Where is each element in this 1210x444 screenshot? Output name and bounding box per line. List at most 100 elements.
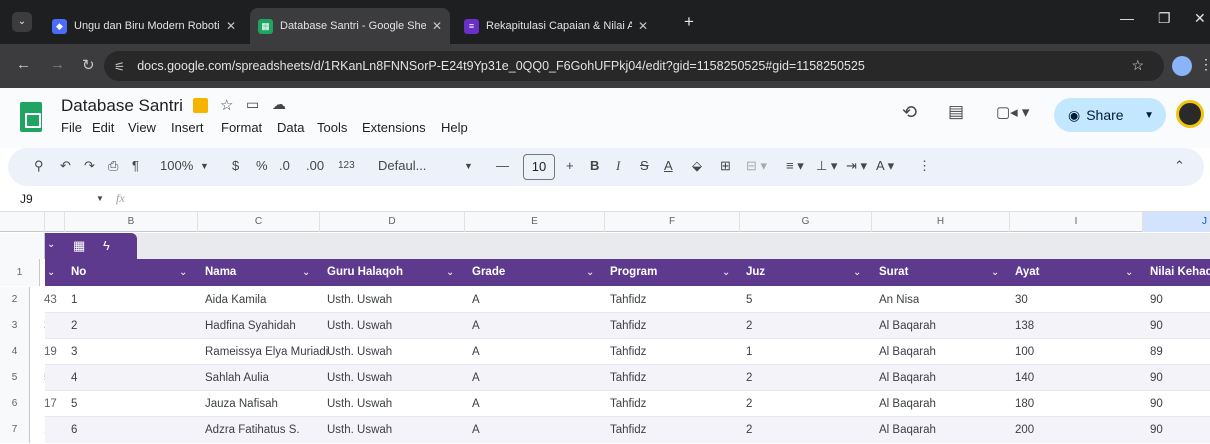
menu-data[interactable]: Data: [277, 120, 304, 135]
name-box-dropdown-icon[interactable]: ▼: [96, 194, 104, 203]
cell-program[interactable]: Tahfidz: [610, 287, 646, 313]
cell-guru[interactable]: Usth. Uswah: [327, 391, 392, 417]
restore-icon[interactable]: ❐: [1158, 10, 1171, 27]
bold-icon[interactable]: B: [590, 158, 599, 173]
paint-format-icon[interactable]: ¶: [132, 158, 139, 173]
cell-ayat[interactable]: 30: [1015, 287, 1028, 313]
cell-no[interactable]: 1: [71, 287, 77, 313]
column-header[interactable]: C: [198, 212, 320, 232]
name-box[interactable]: J9: [20, 192, 33, 206]
close-icon[interactable]: ✕: [226, 19, 236, 33]
cell-no[interactable]: 4: [71, 365, 77, 391]
row-header[interactable]: 7: [0, 417, 30, 443]
tab-search-icon[interactable]: ⌄: [12, 12, 32, 32]
cell-ayat[interactable]: 180: [1015, 391, 1034, 417]
column-header[interactable]: E: [465, 212, 605, 232]
font-size-input[interactable]: 10: [523, 154, 555, 180]
document-title[interactable]: Database Santri: [61, 96, 183, 116]
header-ayat[interactable]: Ayat: [1015, 259, 1040, 286]
column-header[interactable]: H: [872, 212, 1010, 232]
cell-grade[interactable]: A: [472, 287, 480, 313]
browser-menu-icon[interactable]: ⋮: [1199, 56, 1210, 73]
url-bar[interactable]: ⚟ docs.google.com/spreadsheets/d/1RKanLn…: [104, 51, 1164, 81]
vertical-align-icon[interactable]: ⊥ ▾: [816, 158, 837, 174]
cloud-status-icon[interactable]: ☁: [272, 96, 286, 113]
cell-ayat[interactable]: 140: [1015, 365, 1034, 391]
menu-tools[interactable]: Tools: [317, 120, 347, 135]
cell-nama[interactable]: Hadfina Syahidah: [205, 313, 325, 339]
cell-no[interactable]: 3: [71, 339, 77, 365]
table-actions-icon[interactable]: ϟ: [103, 238, 110, 253]
row-header[interactable]: 5: [0, 365, 30, 391]
cell-nilai[interactable]: 90: [1150, 313, 1163, 339]
cell-juz[interactable]: 2: [746, 391, 752, 417]
share-button[interactable]: ◉ Share ▼: [1054, 98, 1166, 132]
cell-guru[interactable]: Usth. Uswah: [327, 365, 392, 391]
search-icon[interactable]: ⚲: [34, 158, 44, 174]
currency-format-button[interactable]: $: [232, 158, 239, 173]
text-rotation-icon[interactable]: A ▾: [876, 158, 894, 174]
cell-program[interactable]: Tahfidz: [610, 339, 646, 365]
column-header[interactable]: D: [320, 212, 465, 232]
menu-format[interactable]: Format: [221, 120, 262, 135]
cell-program[interactable]: Tahfidz: [610, 313, 646, 339]
font-select[interactable]: Defaul...: [378, 158, 426, 173]
strikethrough-icon[interactable]: S: [640, 158, 649, 173]
redo-icon[interactable]: ↷: [84, 158, 95, 174]
collapse-toolbar-icon[interactable]: ⌃: [1174, 158, 1185, 174]
row-header[interactable]: 3: [0, 313, 30, 339]
cell-nilai[interactable]: 89: [1150, 339, 1163, 365]
table-view-icon[interactable]: ▦: [73, 238, 85, 254]
cell-juz[interactable]: 2: [746, 365, 752, 391]
more-options-icon[interactable]: ⋮: [918, 158, 931, 174]
cell-guru[interactable]: Usth. Uswah: [327, 287, 392, 313]
collapse-table-icon[interactable]: ⌄: [47, 239, 55, 250]
cell-program[interactable]: Tahfidz: [610, 365, 646, 391]
italic-icon[interactable]: I: [616, 158, 620, 174]
menu-insert[interactable]: Insert: [171, 120, 204, 135]
cell-nilai[interactable]: 90: [1150, 391, 1163, 417]
column-header[interactable]: I: [1010, 212, 1143, 232]
cell-juz[interactable]: 1: [746, 339, 752, 365]
print-icon[interactable]: ⎙: [108, 158, 118, 174]
cell-no[interactable]: 5: [71, 391, 77, 417]
borders-icon[interactable]: ⊞: [720, 158, 731, 174]
horizontal-align-icon[interactable]: ≡ ▾: [786, 158, 804, 174]
cell-program[interactable]: Tahfidz: [610, 417, 646, 443]
star-icon[interactable]: ☆: [220, 96, 233, 114]
cell-ayat[interactable]: 138: [1015, 313, 1034, 339]
profile-icon[interactable]: [1172, 56, 1192, 76]
filter-chevron-icon[interactable]: ⌄: [446, 259, 454, 286]
increase-decimal-button[interactable]: .00: [306, 158, 324, 173]
cell-guru[interactable]: Usth. Uswah: [327, 339, 392, 365]
column-header-selected[interactable]: J: [1143, 212, 1210, 232]
cell-nama[interactable]: Aida Kamila: [205, 287, 325, 313]
cell-nilai[interactable]: 90: [1150, 417, 1163, 443]
formula-input[interactable]: [136, 189, 1196, 209]
filter-chevron-icon[interactable]: ⌄: [722, 259, 730, 286]
new-tab-icon[interactable]: +: [684, 12, 694, 32]
increase-font-size-icon[interactable]: +: [566, 158, 574, 173]
row-header[interactable]: 4: [0, 339, 30, 365]
cell-surat[interactable]: Al Baqarah: [879, 391, 936, 417]
text-wrap-icon[interactable]: ⇥ ▾: [846, 158, 867, 174]
minimize-icon[interactable]: —: [1120, 10, 1134, 26]
cell-juz[interactable]: 2: [746, 417, 752, 443]
header-no[interactable]: No: [71, 259, 86, 286]
filter-chevron-icon[interactable]: ⌄: [853, 259, 861, 286]
number-format-button[interactable]: 123: [338, 160, 355, 171]
filter-chevron-icon[interactable]: ⌄: [586, 259, 594, 286]
zoom-select[interactable]: 100%: [160, 158, 193, 173]
history-icon[interactable]: ⟲: [902, 102, 917, 123]
filter-chevron-icon[interactable]: ⌄: [302, 259, 310, 286]
menu-extensions[interactable]: Extensions: [362, 120, 426, 135]
cell-program[interactable]: Tahfidz: [610, 391, 646, 417]
cell-grade[interactable]: A: [472, 339, 480, 365]
cell-guru[interactable]: Usth. Uswah: [327, 313, 392, 339]
browser-tab-2[interactable]: ▦ Database Santri - Google Sheet ✕: [250, 8, 450, 44]
cell-guru[interactable]: Usth. Uswah: [327, 417, 392, 443]
reload-icon[interactable]: ↻: [82, 56, 95, 74]
row-header[interactable]: 6: [0, 391, 30, 417]
back-icon[interactable]: ←: [16, 56, 31, 73]
font-dropdown-icon[interactable]: ▼: [464, 161, 473, 171]
